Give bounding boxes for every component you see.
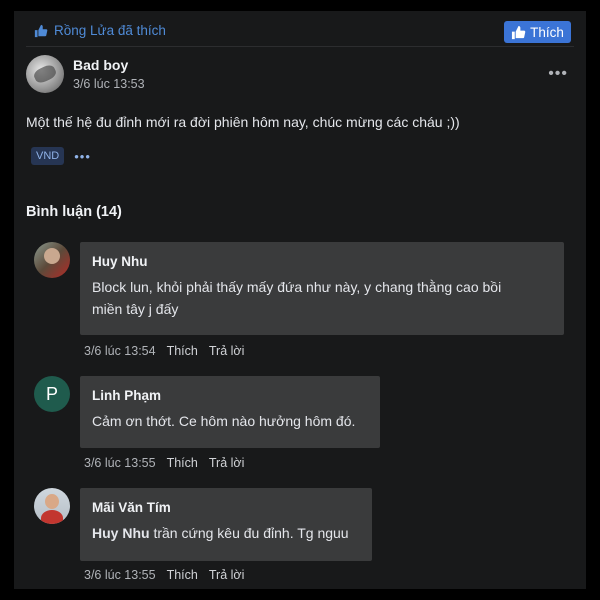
- comment-text: Cảm ơn thớt. Ce hôm nào hưởng hôm đó.: [92, 413, 356, 429]
- comment-like-button[interactable]: Thích: [167, 568, 198, 582]
- avatar[interactable]: [34, 488, 70, 524]
- comment-actions: 3/6 lúc 13:55 Thích Trả lời: [84, 568, 244, 582]
- thumbs-up-icon: [512, 25, 526, 39]
- comment-reply-button[interactable]: Trả lời: [209, 344, 245, 358]
- post-header: Bad boy 3/6 lúc 13:53: [26, 55, 145, 93]
- avatar-letter: P: [45, 383, 58, 404]
- thumbs-up-icon: [34, 24, 48, 37]
- comment-time[interactable]: 3/6 lúc 13:55: [84, 568, 156, 582]
- comment-author[interactable]: Mãi Văn Tím: [92, 500, 360, 515]
- post-card: Rồng Lửa đã thích Thích Bad boy 3/6 lúc …: [14, 11, 586, 589]
- like-button[interactable]: Thích: [504, 21, 571, 43]
- comment-bubble: Linh Phạm Cảm ơn thớt. Ce hôm nào hưởng …: [80, 376, 380, 448]
- mention-link[interactable]: Huy Nhu: [92, 525, 150, 541]
- comment-reply-button[interactable]: Trả lời: [209, 568, 245, 582]
- comment-text: Huy Nhu trần cứng kêu đu đỉnh. Tg nguu: [92, 525, 349, 541]
- more-tags-icon[interactable]: •••: [74, 149, 91, 164]
- comments-title: Bình luận (14): [26, 204, 122, 220]
- avatar[interactable]: [26, 55, 64, 93]
- like-button-label: Thích: [530, 24, 564, 40]
- more-options-icon[interactable]: •••: [548, 65, 568, 83]
- comment-author[interactable]: Huy Nhu: [92, 254, 552, 269]
- tag-row: VND •••: [31, 147, 91, 165]
- liked-by-bar: Rồng Lửa đã thích: [34, 23, 166, 38]
- comment-actions: 3/6 lúc 13:55 Thích Trả lời: [84, 456, 244, 470]
- comment-like-button[interactable]: Thích: [167, 456, 198, 470]
- divider: [26, 46, 574, 47]
- comment-bubble: Mãi Văn Tím Huy Nhu trần cứng kêu đu đỉn…: [80, 488, 372, 561]
- comment-bubble: Huy Nhu Block lun, khỏi phải thấy mấy đứ…: [80, 242, 564, 335]
- comment-text: Block lun, khỏi phải thấy mấy đứa như nà…: [92, 279, 502, 317]
- avatar[interactable]: P: [34, 376, 70, 412]
- comment-time[interactable]: 3/6 lúc 13:54: [84, 344, 156, 358]
- liked-by-text: Rồng Lửa đã thích: [54, 23, 166, 38]
- post-time[interactable]: 3/6 lúc 13:53: [73, 77, 145, 91]
- comment-reply-button[interactable]: Trả lời: [209, 456, 245, 470]
- comment-time[interactable]: 3/6 lúc 13:55: [84, 456, 156, 470]
- avatar[interactable]: [34, 242, 70, 278]
- comment-like-button[interactable]: Thích: [167, 344, 198, 358]
- comment-actions: 3/6 lúc 13:54 Thích Trả lời: [84, 344, 244, 358]
- post-body: Một thế hệ đu đỉnh mới ra đời phiên hôm …: [26, 114, 460, 130]
- stock-tag[interactable]: VND: [31, 147, 65, 165]
- post-author[interactable]: Bad boy: [73, 57, 145, 73]
- comment-author[interactable]: Linh Phạm: [92, 388, 368, 403]
